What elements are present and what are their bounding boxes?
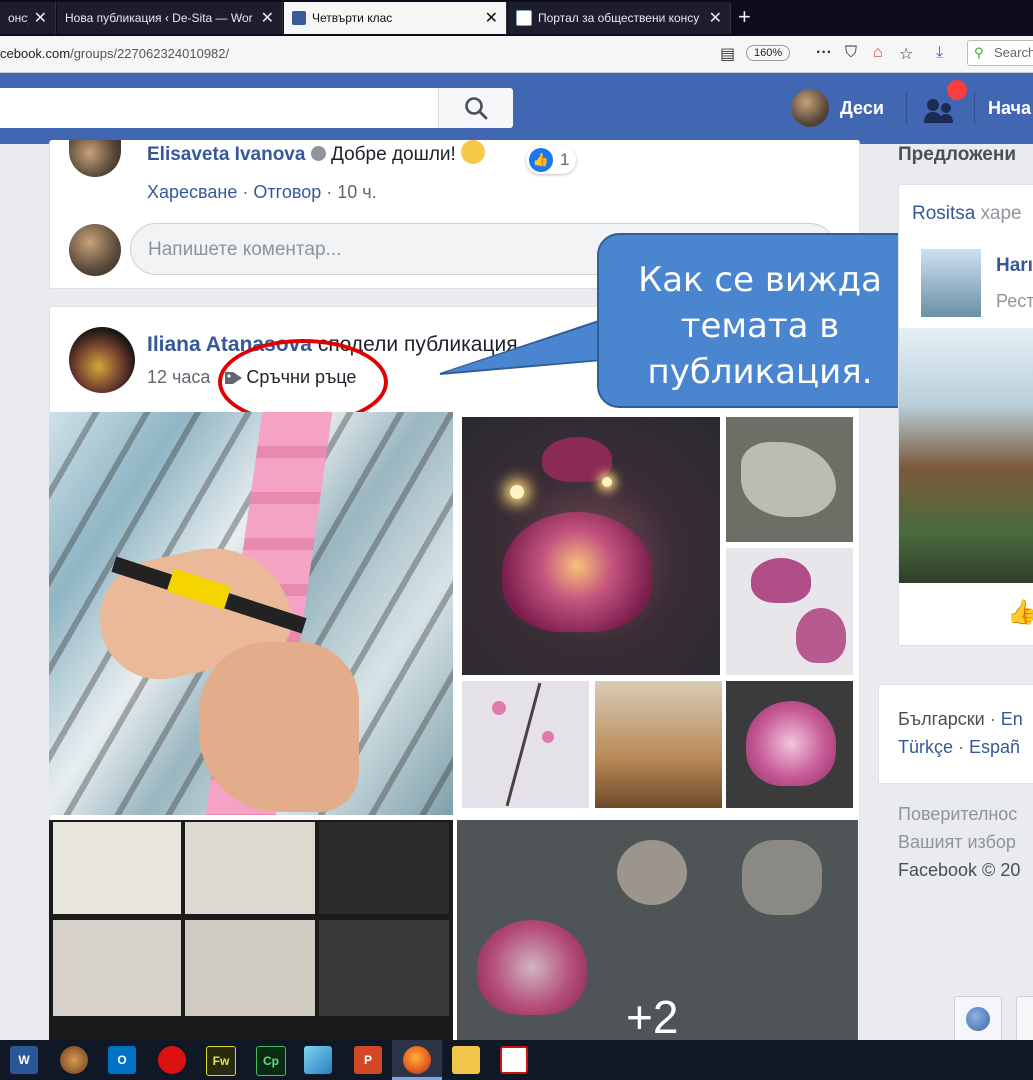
close-tab-icon[interactable]: ✕ [34, 8, 47, 28]
powerpoint-icon[interactable]: P [354, 1046, 382, 1074]
page-type: Рест [996, 291, 1033, 311]
photo-cutting-egg-carton[interactable] [49, 412, 453, 815]
callout-pointer [439, 318, 606, 375]
like-page-icon[interactable]: 👍 [1007, 598, 1033, 627]
search-icon [465, 97, 488, 120]
pocket-icon[interactable]: ⛉ [845, 44, 857, 62]
callout-note: Как се вижда темата в публикация. [597, 233, 923, 408]
page-thumbnail[interactable] [921, 249, 981, 317]
portal-icon [516, 10, 532, 26]
globe-button[interactable] [954, 996, 1002, 1042]
globe-icon [966, 1007, 990, 1031]
folder-icon[interactable] [452, 1046, 480, 1074]
copyright: Facebook © 20 [898, 860, 1021, 880]
photo-egg-carton-tutorial[interactable] [49, 820, 453, 1040]
tab-1[interactable]: онсу ✕ [0, 2, 56, 34]
photo-magenta-flower[interactable] [726, 681, 853, 808]
fireworks-icon[interactable]: Fw [206, 1046, 236, 1076]
language-row: Български · En [898, 709, 1023, 729]
photo-branches[interactable] [462, 681, 589, 808]
comment-row: Elisaveta Ivanova Добре дошли! [147, 140, 486, 166]
photo-flower-lights[interactable] [462, 417, 720, 675]
search-button[interactable] [438, 88, 513, 128]
tab-active[interactable]: Четвърти клас ✕ [284, 2, 507, 34]
download-icon[interactable]: ⤓ [936, 44, 943, 62]
close-tab-icon[interactable]: ✕ [485, 8, 498, 28]
divider [906, 92, 907, 124]
divider [974, 92, 975, 124]
more-photos-count[interactable]: +2 [626, 990, 678, 1044]
language-row: Türkçe · Españ [898, 737, 1021, 757]
badge-icon [310, 146, 326, 161]
home-icon[interactable]: ⌂ [873, 44, 883, 62]
photo-pink-flowers[interactable] [726, 548, 853, 675]
paint-icon[interactable] [158, 1046, 186, 1074]
close-tab-icon[interactable]: ✕ [709, 8, 722, 28]
bookmark-star-icon[interactable]: ☆ [899, 44, 913, 64]
firefox-icon [403, 1046, 431, 1074]
new-tab-button[interactable]: + [738, 4, 751, 30]
chat-button[interactable] [1016, 996, 1033, 1042]
privacy-link[interactable]: Поверителнос [898, 800, 1020, 828]
smiley-emoji-icon [461, 140, 486, 164]
close-tab-icon[interactable]: ✕ [261, 8, 274, 28]
suggestion-liked-by: Rositsa харе [912, 203, 1022, 224]
suggestions-title: Предложени [898, 144, 1017, 165]
page-cover-photo[interactable] [899, 328, 1033, 583]
tab-2[interactable]: Нова публикация ‹ De-Sita — Wor ✕ [57, 2, 283, 34]
hand [199, 642, 359, 812]
photo-egg-carton-pieces[interactable] [726, 417, 853, 542]
facebook-icon [292, 11, 306, 25]
post-author-avatar[interactable] [69, 327, 135, 393]
reader-view-icon[interactable]: ▤ [720, 44, 735, 64]
more-actions-icon[interactable]: ··· [816, 44, 832, 62]
page-name-link[interactable]: Harı [996, 255, 1033, 277]
like-link[interactable]: Харесване [147, 182, 237, 202]
reply-link[interactable]: Отговор [253, 182, 321, 202]
my-avatar [69, 224, 121, 276]
word-icon[interactable]: W [10, 1046, 38, 1074]
app-icon[interactable] [304, 1046, 332, 1074]
home-link[interactable]: Нача [988, 98, 1031, 119]
search-icon: ⚲ [974, 45, 984, 60]
friend-requests-icon[interactable] [922, 95, 958, 132]
reaction-count[interactable]: 👍 1 [526, 146, 576, 174]
ad-choices-link[interactable]: Вашият избор [898, 828, 1020, 856]
profile-link[interactable]: Деси [840, 98, 884, 119]
app-icon[interactable] [60, 1046, 88, 1074]
sidebar-footer: Поверителнос Вашият избор Facebook © 20 [898, 800, 1020, 884]
language-card [878, 684, 1033, 784]
like-reaction-icon: 👍 [529, 148, 553, 172]
post-time[interactable]: 12 часа [147, 367, 210, 388]
outlook-icon[interactable]: O [108, 1046, 136, 1074]
zoom-level[interactable]: 160% [746, 45, 791, 61]
facebook-search-input[interactable] [0, 88, 512, 128]
notification-badge [947, 80, 967, 100]
comment-time: 10 ч. [337, 182, 377, 202]
captivate-icon[interactable]: Cp [256, 1046, 286, 1076]
photo-table-decor[interactable] [595, 681, 722, 808]
comment-author-link[interactable]: Elisaveta Ivanova [147, 144, 305, 165]
url-field[interactable]: cebook.com/groups/227062324010982/ [0, 46, 229, 61]
tab-4[interactable]: Портал за обществени консу ✕ [508, 2, 731, 34]
avatar[interactable] [791, 89, 829, 127]
comment-text: Добре дошли! [331, 144, 456, 165]
pdf-icon[interactable] [500, 1046, 528, 1074]
comment-actions: Харесване · Отговор · 10 ч. [147, 182, 377, 202]
